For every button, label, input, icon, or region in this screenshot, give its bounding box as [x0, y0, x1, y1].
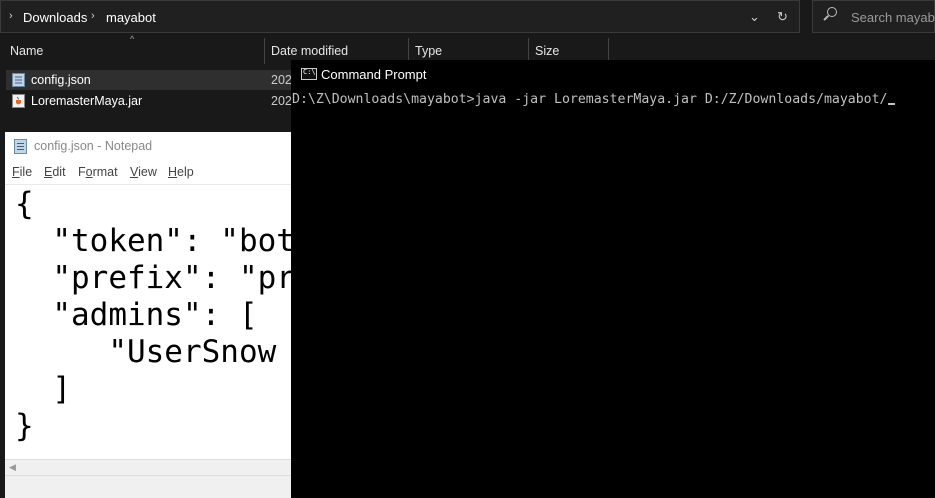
- chevron-right-icon[interactable]: ›: [91, 10, 95, 22]
- cmd-title: Command Prompt: [321, 67, 427, 82]
- notepad-line: }: [15, 408, 34, 444]
- cmd-title-bar[interactable]: Command Prompt: [291, 60, 935, 88]
- chevron-down-icon[interactable]: ⌄: [749, 9, 760, 25]
- address-bar[interactable]: › Downloads › mayabot ⌄ ↻: [0, 0, 800, 33]
- search-box[interactable]: [812, 0, 935, 33]
- cmd-console[interactable]: D:\Z\Downloads\mayabot>java -jar Loremas…: [291, 90, 935, 498]
- notepad-line: "UserSnow: [108, 334, 277, 370]
- menu-edit[interactable]: Edit: [44, 165, 66, 179]
- file-name: LoremasterMaya.jar: [31, 94, 143, 108]
- file-name: config.json: [31, 73, 91, 87]
- terminal-icon: [301, 68, 317, 80]
- notepad-line: "token": "bot_: [52, 223, 305, 259]
- notepad-status-bar: [5, 475, 305, 498]
- scroll-left-icon[interactable]: ◀: [9, 462, 16, 473]
- notepad-content: { "token": "bot_ "prefix": "pre "admins"…: [15, 186, 305, 445]
- file-row-config-json[interactable]: config.json 2021: [6, 70, 299, 90]
- command-prompt-window: Command Prompt D:\Z\Downloads\mayabot>ja…: [291, 60, 935, 498]
- column-name[interactable]: Name: [10, 38, 43, 64]
- notepad-title-bar[interactable]: config.json - Notepad: [5, 132, 305, 160]
- cmd-output-line: D:\Z\Downloads\mayabot>java -jar Loremas…: [292, 92, 896, 107]
- chevron-right-icon[interactable]: ›: [9, 10, 13, 22]
- notepad-line: ]: [52, 371, 71, 407]
- jar-file-icon: [12, 94, 25, 108]
- breadcrumb-mayabot[interactable]: mayabot: [106, 10, 156, 25]
- search-input[interactable]: [851, 9, 935, 26]
- notepad-text-area[interactable]: { "token": "bot_ "prefix": "pre "admins"…: [5, 184, 305, 459]
- horizontal-scrollbar[interactable]: ◀: [5, 459, 305, 475]
- notepad-menu-bar: File Edit Format View Help: [5, 163, 305, 183]
- column-divider[interactable]: [264, 38, 265, 64]
- notepad-line: "admins": [: [52, 297, 258, 333]
- json-file-icon: [12, 73, 25, 87]
- file-row-loremastermaya-jar[interactable]: LoremasterMaya.jar 2021: [6, 91, 299, 111]
- menu-view[interactable]: View: [130, 165, 157, 179]
- refresh-icon[interactable]: ↻: [777, 9, 788, 25]
- menu-file[interactable]: File: [12, 165, 32, 179]
- notepad-line: "prefix": "pre: [52, 260, 305, 296]
- cmd-command-text: D:\Z\Downloads\mayabot>java -jar Loremas…: [292, 92, 888, 107]
- notepad-window: config.json - Notepad File Edit Format V…: [5, 132, 305, 498]
- menu-format[interactable]: Format: [78, 165, 118, 179]
- search-icon: [827, 7, 837, 17]
- notepad-line: {: [15, 186, 34, 222]
- breadcrumb-downloads[interactable]: Downloads: [23, 10, 87, 25]
- menu-help[interactable]: Help: [168, 165, 194, 179]
- text-cursor: [888, 103, 896, 105]
- notepad-icon: [14, 139, 27, 154]
- notepad-title: config.json - Notepad: [34, 139, 153, 153]
